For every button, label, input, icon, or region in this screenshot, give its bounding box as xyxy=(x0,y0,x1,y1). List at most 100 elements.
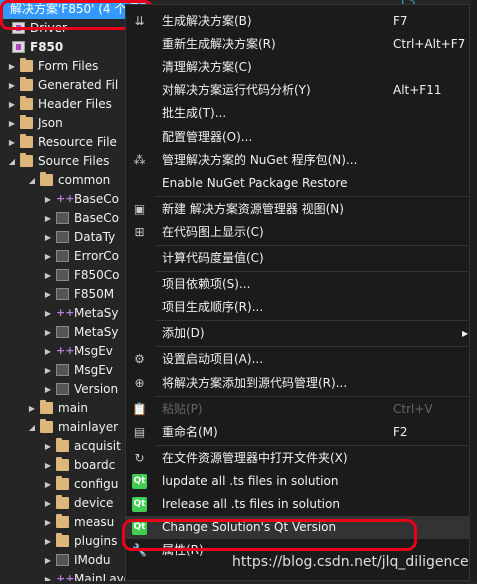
expand-arrow-icon[interactable]: ▶ xyxy=(44,247,52,266)
expand-arrow-icon[interactable]: ▶ xyxy=(8,114,16,133)
tree-item[interactable]: ▶ Version xyxy=(0,380,140,399)
expand-arrow-icon[interactable]: ▶ xyxy=(44,190,52,209)
tree-item[interactable]: ▶ acquisit xyxy=(0,437,140,456)
expand-arrow-icon[interactable]: ▶ xyxy=(44,437,52,456)
expand-arrow-icon[interactable]: ▶ xyxy=(44,342,52,361)
expand-arrow-icon[interactable]: ▶ xyxy=(8,76,16,95)
tree-item-label: MetaSy xyxy=(74,325,119,339)
tree-item[interactable]: ▶ ++ MsgEv xyxy=(0,342,140,361)
tree-item[interactable]: ▶++MainLayerManager.cpp xyxy=(0,570,140,581)
tree-item[interactable]: ▶ boardc xyxy=(0,456,140,475)
menu-item-label: 配置管理器(O)... xyxy=(162,129,253,144)
tree-item[interactable]: ▶ ++ MetaSy xyxy=(0,304,140,323)
tree-item[interactable]: ▶ MsgEv xyxy=(0,361,140,380)
expand-arrow-icon[interactable]: ▶ xyxy=(44,361,52,380)
menu-item-shortcut: F2 xyxy=(393,424,408,439)
expand-arrow-icon[interactable]: ▶ xyxy=(44,323,52,342)
collapse-arrow-icon[interactable]: ◢ xyxy=(28,171,36,190)
menu-item-label: 计算代码度量值(C) xyxy=(162,251,264,265)
expand-arrow-icon[interactable]: ▶ xyxy=(8,133,16,152)
menu-item[interactable]: Qt lrelease all .ts files in solution xyxy=(126,493,469,516)
tree-item[interactable]: ▶ plugins xyxy=(0,532,140,551)
menu-item[interactable]: 对解决方案运行代码分析(Y) Alt+F11 xyxy=(126,79,469,102)
header-file-icon xyxy=(56,364,69,376)
tree-item[interactable]: ▶ DataTy xyxy=(0,228,140,247)
header-file-icon xyxy=(56,383,69,395)
expand-arrow-icon[interactable]: ▶ xyxy=(44,494,52,513)
tree-item[interactable]: ▶ MetaSy xyxy=(0,323,140,342)
menu-item[interactable]: ▣ 新建 解决方案资源管理器 视图(N) xyxy=(126,198,469,221)
menu-item[interactable]: 项目生成顺序(R)... xyxy=(126,296,469,319)
expand-arrow-icon[interactable]: ▶ xyxy=(8,95,16,114)
menu-item[interactable]: 重新生成解决方案(R) Ctrl+Alt+F7 xyxy=(126,33,469,56)
tree-item[interactable]: ▶ Header Files xyxy=(0,95,140,114)
menu-item[interactable]: 计算代码度量值(C) xyxy=(126,247,469,270)
menu-item-label: 将解决方案添加到源代码管理(R)... xyxy=(162,375,348,390)
expand-arrow-icon[interactable]: ▶ xyxy=(44,456,52,475)
collapse-arrow-icon[interactable]: ◢ xyxy=(28,418,36,437)
menu-item[interactable]: 项目依赖项(S)... xyxy=(126,273,469,296)
menu-item[interactable]: ⊕ 将解决方案添加到源代码管理(R)... xyxy=(126,372,469,395)
expand-arrow-icon[interactable]: ▶ xyxy=(44,551,52,570)
tree-item[interactable]: ▶ ErrorCo xyxy=(0,247,140,266)
tree-item[interactable]: ▶ F850Co xyxy=(0,266,140,285)
tree-item[interactable]: ▶ Generated Fil xyxy=(0,76,140,95)
expand-arrow-icon[interactable]: ▶ xyxy=(44,228,52,247)
code-editor-edge xyxy=(470,0,477,581)
nuget-icon: ⁂ xyxy=(133,152,146,167)
expand-arrow-icon[interactable]: ▶ xyxy=(44,304,52,323)
tree-item[interactable]: ▶ Json xyxy=(0,114,140,133)
menu-item[interactable]: ⁂ 管理解决方案的 NuGet 程序包(N)... xyxy=(126,149,469,172)
tree-item[interactable]: ◢ mainlayer xyxy=(0,418,140,437)
tree-item[interactable]: ◢ common xyxy=(0,171,140,190)
project-icon xyxy=(12,41,25,53)
folder-icon xyxy=(40,400,53,414)
code-map-icon: ⊞ xyxy=(134,224,145,239)
tree-item[interactable]: ▶ ++ BaseCo xyxy=(0,190,140,209)
menu-item[interactable]: Qt lupdate all .ts files in solution xyxy=(126,470,469,493)
tree-item[interactable]: ▶ F850M xyxy=(0,285,140,304)
menu-item[interactable]: ⇊ 生成解决方案(B) F7 xyxy=(126,10,469,33)
menu-item[interactable]: ↻ 在文件资源管理器中打开文件夹(X) xyxy=(126,447,469,470)
menu-item-label: 项目依赖项(S)... xyxy=(162,277,251,292)
expand-arrow-icon[interactable]: ▶ xyxy=(44,532,52,551)
expand-arrow-icon[interactable]: ▶ xyxy=(28,399,36,418)
expand-arrow-icon[interactable]: ▶ xyxy=(44,266,52,285)
menu-item[interactable]: ⚙ 设置启动项目(A)... xyxy=(126,348,469,371)
tree-item-label: main xyxy=(58,401,88,415)
expand-arrow-icon[interactable]: ▶ xyxy=(44,380,52,399)
tree-item[interactable]: ▶ Resource File xyxy=(0,133,140,152)
tree-item[interactable]: ▶ main xyxy=(0,399,140,418)
menu-item[interactable]: 批生成(T)... xyxy=(126,102,469,125)
menu-item-label: 在代码图上显示(C) xyxy=(162,224,264,239)
cpp-file-icon: ++ xyxy=(56,344,75,357)
cpp-file-icon: ++ xyxy=(56,306,75,319)
tree-item-label: MetaSy xyxy=(74,306,119,320)
expand-arrow-icon[interactable]: ▶ xyxy=(44,209,52,228)
tree-item-label: plugins xyxy=(74,534,118,548)
tree-item[interactable]: ▶ configu xyxy=(0,475,140,494)
tree-item[interactable]: ▶ Form Files xyxy=(0,57,140,76)
menu-item[interactable]: ▤ 重命名(M) F2 xyxy=(126,421,469,444)
tree-item[interactable]: ◢ Source Files xyxy=(0,152,140,171)
tree-item[interactable]: F850 xyxy=(0,38,140,57)
tree-item[interactable]: ▶ IModu xyxy=(0,551,140,570)
menu-separator xyxy=(156,245,468,246)
menu-separator xyxy=(156,320,468,322)
expand-arrow-icon[interactable]: ▶ xyxy=(8,57,16,76)
header-file-icon xyxy=(56,250,69,262)
tree-item[interactable]: ▶ device xyxy=(0,494,140,513)
expand-arrow-icon[interactable]: ▶ xyxy=(44,570,52,581)
menu-item[interactable]: 配置管理器(O)... xyxy=(126,126,469,149)
collapse-arrow-icon[interactable]: ◢ xyxy=(8,152,16,171)
tree-item[interactable]: ▶ measu xyxy=(0,513,140,532)
folder-icon xyxy=(20,77,33,91)
tree-item[interactable]: ▶ BaseCo xyxy=(0,209,140,228)
menu-item[interactable]: 添加(D) ▶ xyxy=(126,322,469,345)
menu-item[interactable]: ⊞ 在代码图上显示(C) xyxy=(126,221,469,244)
expand-arrow-icon[interactable]: ▶ xyxy=(44,475,52,494)
menu-item[interactable]: 清理解决方案(C) xyxy=(126,56,469,79)
menu-item[interactable]: Enable NuGet Package Restore xyxy=(126,172,469,195)
expand-arrow-icon[interactable]: ▶ xyxy=(44,513,52,532)
expand-arrow-icon[interactable]: ▶ xyxy=(44,285,52,304)
